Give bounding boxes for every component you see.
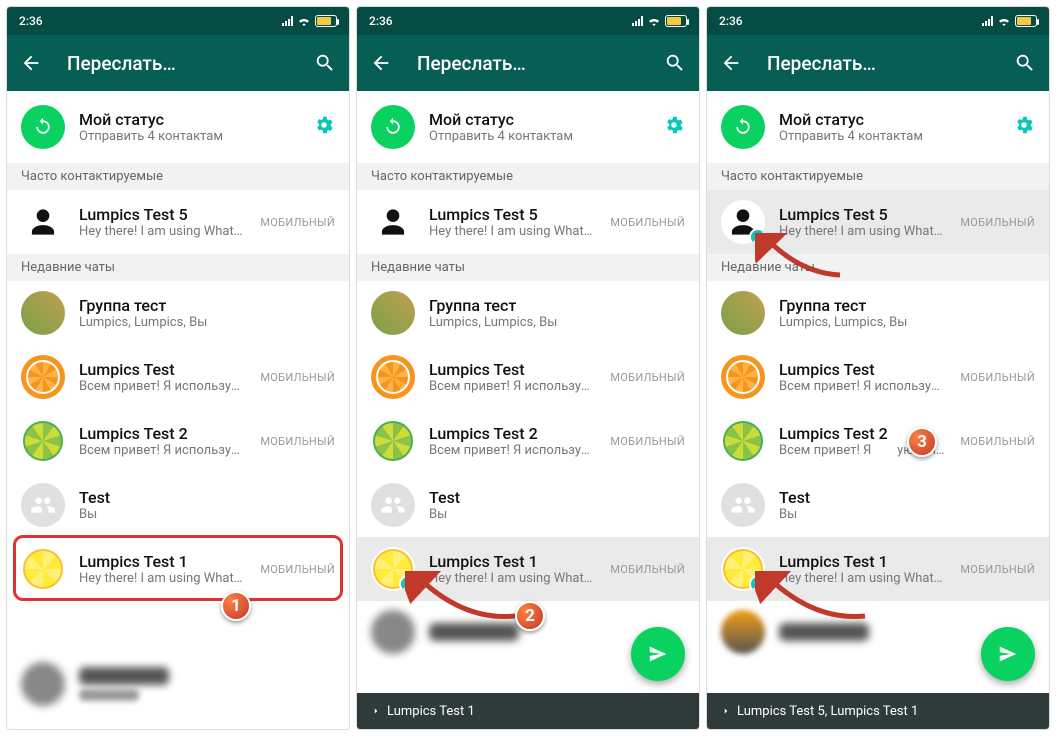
my-status-subtitle: Отправить 4 контактам [79, 129, 299, 144]
contact-row-test1-selected[interactable]: Lumpics Test 1Hey there! I am using What… [707, 537, 1049, 601]
avatar [21, 355, 65, 399]
back-icon[interactable] [369, 51, 393, 75]
status-time: 2:36 [19, 14, 43, 28]
phone-screen-1: 2:36 Переслать… Мой статус Отправить 4 к… [6, 6, 350, 730]
contact-row[interactable]: Test Вы [7, 473, 349, 537]
contact-row[interactable]: Lumpics Test 5 Hey there! I am using Wha… [357, 190, 699, 254]
blurred-row [7, 653, 349, 715]
search-icon[interactable] [313, 51, 337, 75]
contact-row-test5-selected[interactable]: Lumpics Test 5Hey there! I am using What… [707, 190, 1049, 254]
search-icon[interactable] [1013, 51, 1037, 75]
check-icon [399, 575, 415, 591]
status-icon [21, 105, 65, 149]
gear-icon[interactable] [313, 114, 335, 140]
check-icon [749, 575, 765, 591]
contact-row[interactable]: Lumpics Test Всем привет! Я использую Wh… [7, 345, 349, 409]
contact-name: Lumpics Test 5 [79, 205, 246, 224]
contact-row[interactable]: Lumpics Test 5 Hey there! I am using Wha… [7, 190, 349, 254]
contact-row-test1-selected[interactable]: Lumpics Test 1Hey there! I am using What… [357, 537, 699, 601]
phone-screen-2: 2:36 Переслать… Мой статус Отправить 4 к… [356, 6, 700, 730]
avatar [21, 483, 65, 527]
status-icon [371, 105, 415, 149]
selection-text: Lumpics Test 1 [387, 704, 475, 719]
selection-text: Lumpics Test 5, Lumpics Test 1 [737, 704, 918, 719]
contact-row[interactable]: Lumpics Test 2 Всем привет! Я использую … [7, 409, 349, 473]
selection-bar: Lumpics Test 1 [357, 693, 699, 729]
avatar [21, 200, 65, 244]
contact-row[interactable]: Группа тест Lumpics, Lumpics, Вы [7, 281, 349, 345]
search-icon[interactable] [663, 51, 687, 75]
contact-list[interactable]: Мой статус Отправить 4 контактам Часто к… [7, 91, 349, 729]
my-status-title: Мой статус [79, 110, 299, 129]
step-badge-1: 1 [221, 591, 251, 621]
avatar [21, 547, 65, 591]
step-badge-3: 3 [907, 427, 937, 457]
check-icon [749, 228, 765, 244]
send-fab[interactable] [631, 627, 685, 681]
section-recent: Недавние чаты [7, 254, 349, 281]
my-status-row[interactable]: Мой статус Отправить 4 контактам [357, 91, 699, 163]
contact-list[interactable]: Мой статусОтправить 4 контактам Часто ко… [707, 91, 1049, 693]
gear-icon[interactable] [1013, 114, 1035, 140]
step-badge-2: 2 [515, 601, 545, 631]
phone-screen-3: 2:36 Переслать… Мой статусОтправить 4 ко… [706, 6, 1050, 730]
app-header: Переслать… [357, 35, 699, 91]
selection-bar: Lumpics Test 5, Lumpics Test 1 [707, 693, 1049, 729]
back-icon[interactable] [719, 51, 743, 75]
status-bar: 2:36 [7, 7, 349, 35]
chevron-right-icon [721, 706, 731, 716]
app-header: Переслать… [7, 35, 349, 91]
mobile-tag: МОБИЛЬНЫЙ [260, 216, 335, 229]
avatar [21, 291, 65, 335]
contact-list[interactable]: Мой статус Отправить 4 контактам Часто к… [357, 91, 699, 693]
back-icon[interactable] [19, 51, 43, 75]
header-title: Переслать… [67, 52, 289, 75]
section-frequent: Часто контактируемые [7, 163, 349, 190]
avatar [21, 419, 65, 463]
contact-row-test1[interactable]: Lumpics Test 1 Hey there! I am using Wha… [7, 537, 349, 601]
gear-icon[interactable] [663, 114, 685, 140]
contact-sub: Hey there! I am using WhatsApp. [79, 224, 246, 239]
chevron-right-icon [371, 706, 381, 716]
status-icons [282, 15, 337, 27]
status-bar: 2:36 [357, 7, 699, 35]
send-fab[interactable] [981, 627, 1035, 681]
my-status-row[interactable]: Мой статус Отправить 4 контактам [7, 91, 349, 163]
